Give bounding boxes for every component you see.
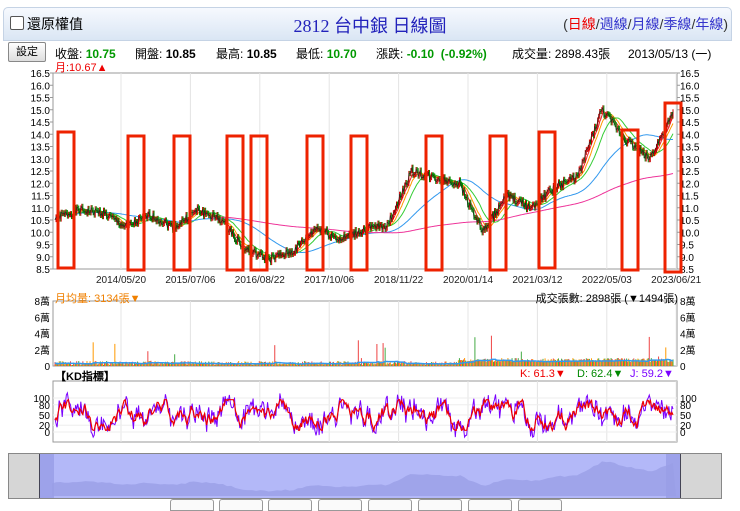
y-tick-label-left: 13.0 bbox=[31, 155, 51, 166]
y-tick-label-right: 14.5 bbox=[680, 118, 700, 129]
kd-title: 【KD指標】 bbox=[55, 371, 115, 383]
y-tick-label-left: 15.0 bbox=[31, 106, 51, 117]
zoom-button-5[interactable] bbox=[368, 499, 412, 511]
y-tick-label-right: 13.0 bbox=[680, 155, 700, 166]
volume-tick-left: 2萬 bbox=[34, 344, 50, 357]
y-tick-label-left: 10.5 bbox=[31, 216, 51, 227]
y-tick-label-left: 16.5 bbox=[31, 69, 51, 80]
y-tick-label-left: 12.5 bbox=[31, 167, 51, 178]
y-tick-label-right: 16.0 bbox=[680, 81, 700, 92]
volume-count-label: 成交張數: 2898張 (▼1494張) bbox=[535, 293, 678, 305]
volume-tick-right: 2萬 bbox=[680, 344, 696, 357]
range-navigator[interactable] bbox=[8, 453, 722, 499]
y-tick-label-left: 15.5 bbox=[31, 94, 51, 105]
navigator-selection[interactable] bbox=[39, 454, 681, 498]
y-tick-label-right: 11.5 bbox=[680, 192, 699, 203]
volume-plot-area bbox=[52, 300, 678, 367]
y-tick-label-left: 16.0 bbox=[31, 81, 51, 92]
y-tick-label-left: 11.0 bbox=[31, 204, 50, 215]
y-tick-label-right: 16.5 bbox=[680, 69, 700, 80]
volume-tick-left: 4萬 bbox=[34, 328, 50, 341]
x-tick-label: 2021/03/12 bbox=[512, 275, 562, 286]
volume-tick-left: 6萬 bbox=[34, 311, 50, 324]
price-chart: 2014/05/20 2015/07/06 2016/08/22 2017/10/06… bbox=[31, 69, 702, 443]
kd-k-value: K: 61.3▼ bbox=[520, 368, 566, 380]
volume-tick-right: 4萬 bbox=[680, 328, 696, 341]
y-tick-label-left: 8.5 bbox=[36, 265, 50, 276]
volume-tick-right: 8萬 bbox=[680, 295, 696, 308]
y-tick-label-right: 15.0 bbox=[680, 106, 700, 117]
x-tick-label: 2023/06/21 bbox=[651, 275, 701, 286]
kd-d-value: D: 62.4▼ bbox=[577, 368, 624, 380]
x-tick-label: 2016/08/22 bbox=[235, 275, 285, 286]
y-tick-label-left: 9.0 bbox=[36, 253, 50, 264]
navigator-left-handle[interactable] bbox=[40, 454, 54, 498]
y-tick-label-left: 12.0 bbox=[31, 179, 51, 190]
zoom-button-1[interactable] bbox=[170, 499, 214, 511]
y-tick-label-right: 12.5 bbox=[680, 167, 700, 178]
kd-plot-area bbox=[52, 380, 678, 443]
zoom-button-3[interactable] bbox=[268, 499, 312, 511]
zoom-button-8[interactable] bbox=[518, 499, 562, 511]
volume-tick-right: 0 bbox=[680, 362, 686, 373]
volume-tick-left: 0 bbox=[44, 362, 50, 373]
y-tick-label-left: 14.0 bbox=[31, 130, 51, 141]
y-tick-label-right: 11.0 bbox=[680, 204, 699, 215]
volume-avg-label: 月均量: 3134張▼ bbox=[55, 293, 141, 305]
y-tick-label-left: 11.5 bbox=[31, 192, 50, 203]
y-tick-label-left: 10.0 bbox=[31, 228, 51, 239]
zoom-button-2[interactable] bbox=[219, 499, 263, 511]
x-tick-label: 2015/07/06 bbox=[165, 275, 215, 286]
volume-tick-right: 6萬 bbox=[680, 311, 696, 324]
x-tick-label: 2017/10/06 bbox=[304, 275, 354, 286]
kd-j-value: J: 59.2▼ bbox=[630, 368, 674, 380]
y-tick-label-right: 15.5 bbox=[680, 94, 700, 105]
y-tick-label-left: 9.5 bbox=[36, 241, 50, 252]
kd-tick-right: 0 bbox=[680, 428, 686, 439]
y-tick-label-right: 12.0 bbox=[680, 179, 700, 190]
x-tick-label: 2018/11/22 bbox=[374, 275, 424, 286]
kd-tick-left: 0 bbox=[44, 428, 50, 439]
zoom-button-4[interactable] bbox=[318, 499, 362, 511]
zoom-button-7[interactable] bbox=[468, 499, 512, 511]
y-tick-label-right: 10.0 bbox=[680, 228, 700, 239]
y-tick-label-left: 13.5 bbox=[31, 143, 51, 154]
zoom-button-6[interactable] bbox=[418, 499, 462, 511]
x-tick-label: 2014/05/20 bbox=[96, 275, 146, 286]
volume-tick-left: 8萬 bbox=[34, 295, 50, 308]
y-tick-label-right: 13.5 bbox=[680, 143, 700, 154]
y-tick-label-left: 14.5 bbox=[31, 118, 51, 129]
navigator-right-handle[interactable] bbox=[666, 454, 680, 498]
y-tick-label-right: 14.0 bbox=[680, 130, 700, 141]
x-tick-label: 2022/05/03 bbox=[582, 275, 632, 286]
y-tick-label-right: 10.5 bbox=[680, 216, 700, 227]
x-tick-label: 2020/01/14 bbox=[443, 275, 493, 286]
